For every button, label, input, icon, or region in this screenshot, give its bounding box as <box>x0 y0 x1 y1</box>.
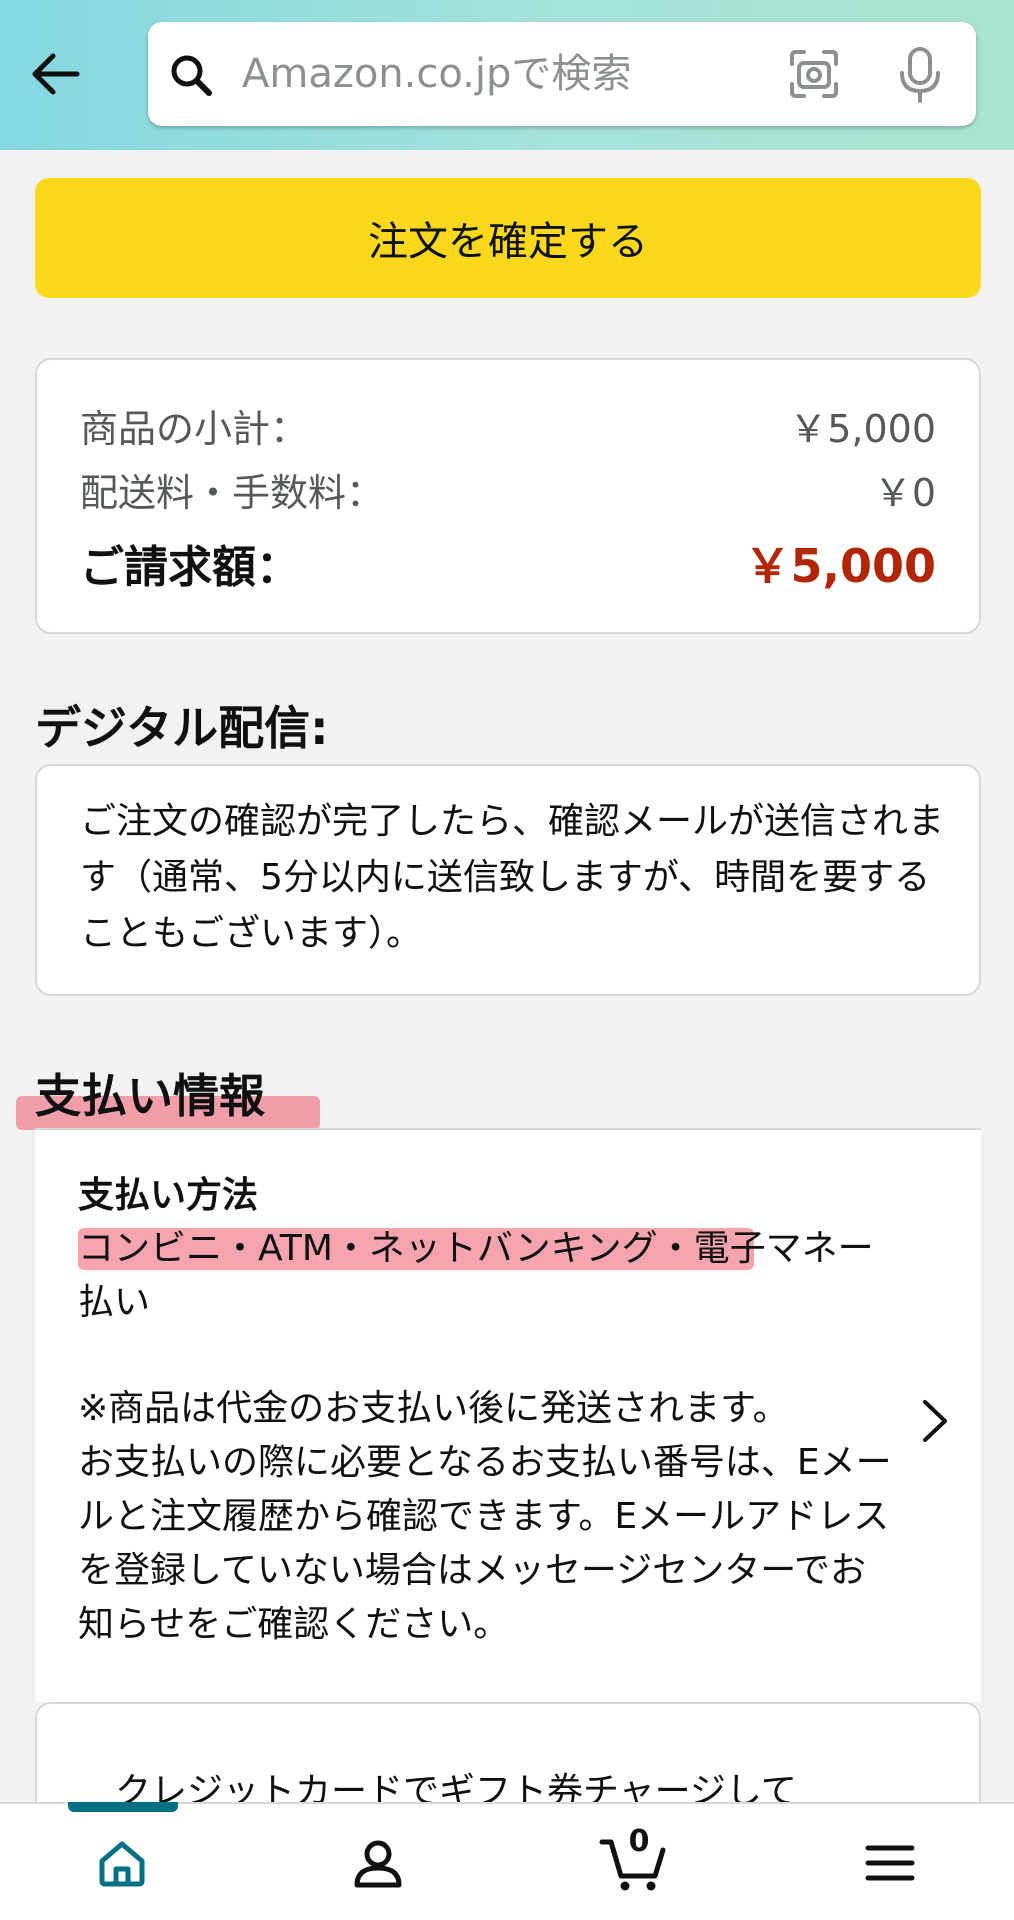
payment-method-highlighted: コンビニ・ATM・ネットバンキング <box>78 1228 658 1269</box>
cart-count-badge: 0 <box>628 1824 650 1859</box>
nav-account[interactable] <box>318 1804 438 1920</box>
search-placeholder: Amazon.co.jpで検索 <box>242 51 632 97</box>
subtotal-value: ￥5,000 <box>789 407 936 451</box>
header-bar: Amazon.co.jpで検索 <box>0 0 1014 150</box>
account-icon <box>354 1840 402 1888</box>
home-icon <box>99 1841 145 1887</box>
menu-icon <box>865 1845 915 1881</box>
bottom-nav-bar: 0 <box>0 1802 1014 1920</box>
subtotal-label: 商品の小計： <box>80 407 309 451</box>
place-order-button[interactable]: 注文を確定する <box>35 178 981 298</box>
shipping-value: ￥0 <box>873 471 936 515</box>
search-icon <box>171 55 212 96</box>
digital-delivery-title: デジタル配信: <box>35 701 329 755</box>
shipping-label: 配送料・手数料： <box>80 471 385 515</box>
microphone-icon[interactable] <box>898 46 942 104</box>
payment-method-card[interactable]: 支払い方法 コンビニ・ATM・ネットバンキング・電子マネー払い ※商品は代金のお… <box>35 1128 981 1702</box>
payment-method-label: 支払い方法 <box>78 1175 259 1216</box>
payment-note-body: お支払いの際に必要となるお支払い番号は、Eメールと注文履歴から確認できます。Eメ… <box>78 1442 892 1645</box>
nav-home[interactable] <box>62 1804 182 1920</box>
camera-icon[interactable] <box>788 48 840 100</box>
total-row: ご請求額： ￥5,000 <box>80 530 936 596</box>
payment-note: ※商品は代金のお支払い後に発送されます。お支払いの際に必要となるお支払い番号は、… <box>78 1382 898 1652</box>
total-label: ご請求額： <box>80 542 300 593</box>
digital-delivery-card: ご注文の確認が完了したら、確認メールが送信されます（通常、5分以内に送信致します… <box>35 764 981 996</box>
back-button[interactable] <box>22 44 88 104</box>
payment-method-value: コンビニ・ATM・ネットバンキング・電子マネー払い <box>78 1222 898 1330</box>
digital-delivery-text: ご注文の確認が完了したら、確認メールが送信されます（通常、5分以内に送信致します… <box>80 801 945 954</box>
back-arrow-icon <box>32 53 80 95</box>
chevron-right-icon[interactable] <box>915 1394 955 1448</box>
total-value: ￥5,000 <box>744 539 936 593</box>
nav-cart[interactable]: 0 <box>574 1804 694 1920</box>
order-summary-card: 商品の小計： ￥5,000 配送料・手数料： ￥0 ご請求額： ￥5,000 <box>35 358 981 634</box>
shipping-row: 配送料・手数料： ￥0 <box>80 462 936 517</box>
subtotal-row: 商品の小計： ￥5,000 <box>80 398 936 453</box>
nav-menu[interactable] <box>830 1804 950 1920</box>
search-input[interactable]: Amazon.co.jpで検索 <box>148 22 976 126</box>
payment-note-line1: ※商品は代金のお支払い後に発送されます。 <box>78 1388 789 1429</box>
payment-info-title: 支払い情報 <box>35 1069 265 1123</box>
